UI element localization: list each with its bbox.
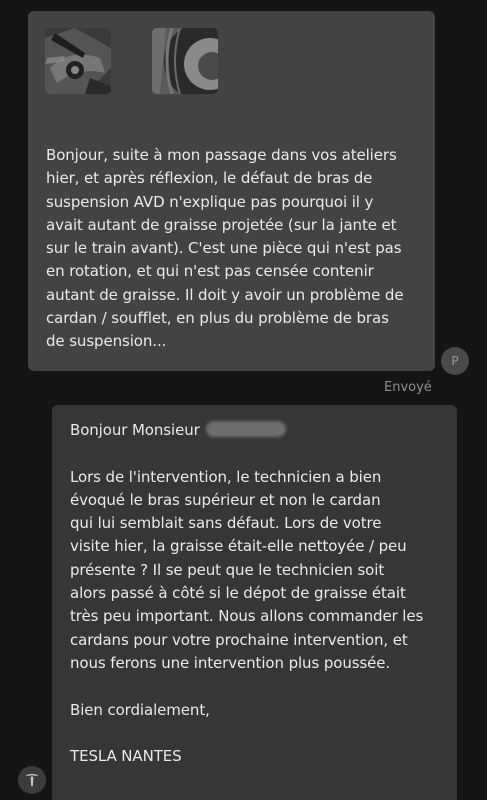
attachment-photo-suspension[interactable] xyxy=(45,28,111,94)
message-line: autant de graisse. Il doit y avoir un pr… xyxy=(46,285,404,304)
greeting-text: Bonjour Monsieur xyxy=(70,421,200,439)
photo-wheel-rim-icon xyxy=(152,28,218,94)
message-status: Envoyé xyxy=(384,380,432,395)
message-line: nous ferons une intervention plus poussé… xyxy=(70,653,391,672)
message-line: de suspension... xyxy=(46,332,167,351)
greeting-line: Bonjour Monsieur xyxy=(70,419,450,442)
sent-message-text: Bonjour, suite à mon passage dans vos at… xyxy=(46,144,426,354)
closing-line: Bien cordialement, xyxy=(70,700,210,719)
message-line: cardans pour votre prochaine interventio… xyxy=(70,630,408,649)
message-line: sur le train avant). C'est une pièce qui… xyxy=(46,239,402,258)
tesla-logo-icon xyxy=(26,774,38,787)
message-line: qui lui semblait sans défaut. Lors de vo… xyxy=(70,514,382,533)
message-line: visite hier, la graisse était-elle netto… xyxy=(70,537,407,556)
message-line: cardan / soufflet, en plus du problème d… xyxy=(46,309,389,328)
message-line: très peu important. Nous allons commande… xyxy=(70,607,424,626)
message-line: avait autant de graisse projetée (sur la… xyxy=(46,215,397,234)
user-avatar[interactable]: P xyxy=(441,347,469,375)
message-line: Bonjour, suite à mon passage dans vos at… xyxy=(46,146,397,164)
message-line: présente ? Il se peut que le technicien … xyxy=(70,560,385,579)
redacted-name xyxy=(206,421,287,437)
signature-line: TESLA NANTES xyxy=(70,747,182,766)
photo-suspension-arm-icon xyxy=(45,28,111,94)
message-line: alors passé à côté si le dépot de graiss… xyxy=(70,584,406,603)
sent-message-bubble: Bonjour, suite à mon passage dans vos at… xyxy=(28,11,435,371)
attachment-photo-wheel[interactable] xyxy=(152,28,218,94)
message-line: en rotation, et qui n'est pas censée con… xyxy=(46,262,374,281)
message-line: hier, et après réflexion, le défaut de b… xyxy=(46,169,373,188)
message-line: évoqué le bras supérieur et non le carda… xyxy=(70,490,381,509)
message-line: suspension AVD n'explique pas pourquoi i… xyxy=(46,192,374,211)
tesla-avatar[interactable] xyxy=(18,766,46,794)
message-line: Lors de l'intervention, le technicien a … xyxy=(70,467,382,486)
received-message-bubble: Bonjour Monsieur Lors de l'intervention,… xyxy=(52,405,457,800)
received-message-text: Bonjour Monsieur Lors de l'intervention,… xyxy=(70,419,450,768)
